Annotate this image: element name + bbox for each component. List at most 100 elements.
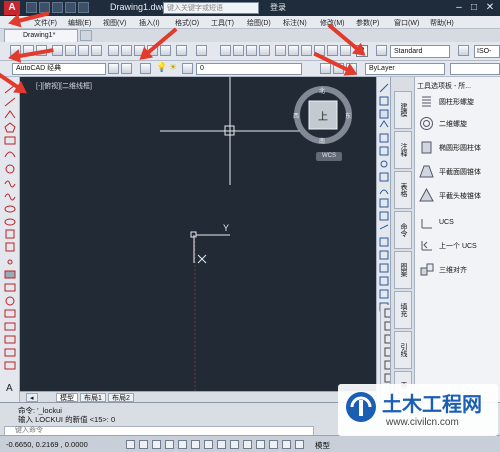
minimize-button[interactable]: –: [452, 1, 466, 14]
menu-format[interactable]: 格式(O): [175, 18, 199, 28]
polar-tracking-icon[interactable]: [178, 440, 187, 449]
palette-tab-leader[interactable]: 引线: [394, 331, 412, 369]
new-file-icon[interactable]: [26, 2, 37, 13]
workspace-save-icon[interactable]: [121, 63, 132, 74]
viewcube-face-label[interactable]: 上: [318, 108, 328, 123]
redo-icon[interactable]: [78, 2, 89, 13]
tool-palettes-icon[interactable]: [301, 45, 312, 56]
ortho-mode-icon[interactable]: [165, 440, 174, 449]
palette-tab-table[interactable]: 表格: [394, 171, 412, 209]
lock-icon[interactable]: [182, 63, 193, 74]
color-select[interactable]: ByLayer: [365, 63, 445, 75]
compass-south[interactable]: 南: [319, 136, 325, 145]
copy-icon[interactable]: [121, 45, 132, 56]
object-snap-icon[interactable]: [191, 440, 200, 449]
infer-constraints-icon[interactable]: [126, 440, 135, 449]
dim-style-select[interactable]: ISO-25: [474, 45, 500, 58]
menu-window[interactable]: 窗口(W): [394, 18, 419, 28]
zoom-realtime-icon[interactable]: [233, 45, 244, 56]
menu-file[interactable]: 文件(F): [34, 18, 57, 28]
palette-item-ucs[interactable]: UCS: [417, 215, 500, 233]
palette-tab-modeling[interactable]: 建模: [394, 91, 412, 129]
palette-tab-hatch[interactable]: 填充: [394, 291, 412, 329]
markup-icon[interactable]: [327, 45, 338, 56]
light-bulb-icon[interactable]: 💡: [156, 63, 167, 74]
palette-item-previous-ucs[interactable]: 上一个 UCS: [417, 237, 500, 255]
pan-icon[interactable]: [220, 45, 231, 56]
palette-tab-pattern[interactable]: 图案: [394, 251, 412, 289]
redo-icon[interactable]: [196, 45, 207, 56]
calculator-icon[interactable]: [340, 45, 351, 56]
dim-style-icon[interactable]: [458, 45, 469, 56]
design-center-icon[interactable]: [288, 45, 299, 56]
publish-icon[interactable]: [78, 45, 89, 56]
snap-mode-icon[interactable]: [139, 440, 148, 449]
menu-dimension[interactable]: 标注(N): [283, 18, 307, 28]
palette-item-frustum-cone[interactable]: 平截面圆锥体: [417, 163, 500, 181]
palette-item-cylindrical-helix[interactable]: 圆柱形螺旋: [417, 93, 500, 111]
workspace-settings-icon[interactable]: [108, 63, 119, 74]
block-editor-icon[interactable]: [160, 45, 171, 56]
save-icon[interactable]: [52, 2, 63, 13]
preview-icon[interactable]: [65, 45, 76, 56]
helix-icon: [422, 96, 431, 107]
menu-draw[interactable]: 绘图(D): [247, 18, 271, 28]
new-tab-button[interactable]: [80, 30, 92, 41]
cut-icon[interactable]: [108, 45, 119, 56]
text-style-icon[interactable]: [376, 45, 387, 56]
layer-properties-icon[interactable]: [140, 63, 151, 74]
menu-view[interactable]: 视图(V): [103, 18, 126, 28]
palette-title[interactable]: 工具选项板 - 所...: [417, 81, 471, 91]
tab-model[interactable]: 模型: [56, 393, 78, 402]
menu-parametric[interactable]: 参数(P): [356, 18, 379, 28]
3d-print-icon[interactable]: [91, 45, 102, 56]
compass-east[interactable]: 东: [345, 111, 351, 120]
workspace-select[interactable]: AutoCAD 经典: [12, 63, 106, 75]
model-space-button[interactable]: 模型: [315, 440, 330, 451]
properties-icon[interactable]: [275, 45, 286, 56]
drawing-canvas[interactable]: [-][俯视][二维线框] 上 北 东 南 西 WCS Y: [20, 77, 376, 391]
transparency-icon[interactable]: [269, 440, 278, 449]
menu-tools[interactable]: 工具(T): [211, 18, 234, 28]
tab-layout2[interactable]: 布局2: [108, 393, 134, 402]
menu-edit[interactable]: 编辑(E): [68, 18, 91, 28]
tab-layout1[interactable]: 布局1: [80, 393, 106, 402]
undo-icon[interactable]: [176, 45, 187, 56]
dynamic-ucs-icon[interactable]: [230, 440, 239, 449]
lineweight-icon[interactable]: [256, 440, 265, 449]
dynamic-input-icon[interactable]: [243, 440, 252, 449]
palette-item-elliptical-cylinder[interactable]: 椭圆形圆柱体: [417, 139, 500, 157]
menu-help[interactable]: 帮助(H): [430, 18, 454, 28]
palette-item-frustum-pyramid[interactable]: 平截头棱锥体: [417, 187, 500, 205]
zoom-window-icon[interactable]: [246, 45, 257, 56]
nav-first-icon[interactable]: ◂: [26, 393, 38, 402]
quick-properties-icon[interactable]: [282, 440, 291, 449]
search-input[interactable]: 键入关键字或短语: [163, 2, 259, 14]
close-button[interactable]: ✕: [483, 1, 497, 14]
compass-west[interactable]: 西: [293, 111, 299, 120]
make-current-layer-icon[interactable]: [320, 63, 331, 74]
cylinder-icon: [421, 141, 432, 154]
coordinate-readout[interactable]: -0.6650, 0.2169 , 0.0000: [6, 440, 88, 449]
layer-select[interactable]: 0: [196, 63, 302, 75]
maximize-button[interactable]: □: [467, 1, 481, 14]
selection-cycling-icon[interactable]: [295, 440, 304, 449]
zoom-previous-icon[interactable]: [259, 45, 270, 56]
palette-tab-annotation[interactable]: 注释: [394, 131, 412, 169]
palette-tab-command[interactable]: 命令: [394, 211, 412, 249]
compass-north[interactable]: 北: [319, 86, 325, 95]
palette-item-3d-align[interactable]: 三维对齐: [417, 261, 500, 279]
wcs-menu-button[interactable]: WCS: [316, 152, 342, 161]
object-snap-tracking-icon[interactable]: [217, 440, 226, 449]
3d-object-snap-icon[interactable]: [204, 440, 213, 449]
sun-icon[interactable]: ☀: [169, 63, 180, 74]
grid-display-icon[interactable]: [152, 440, 161, 449]
linetype-select[interactable]: [450, 63, 500, 75]
document-title: Drawing1.dwg: [110, 2, 168, 12]
menu-insert[interactable]: 插入(I): [139, 18, 160, 28]
undo-icon[interactable]: [65, 2, 76, 13]
tab-drawing1[interactable]: Drawing1*: [4, 29, 78, 42]
palette-item-2d-spiral[interactable]: 二维螺旋: [417, 115, 500, 133]
login-link[interactable]: 登录: [270, 2, 286, 13]
text-style-select[interactable]: Standard: [390, 45, 450, 58]
